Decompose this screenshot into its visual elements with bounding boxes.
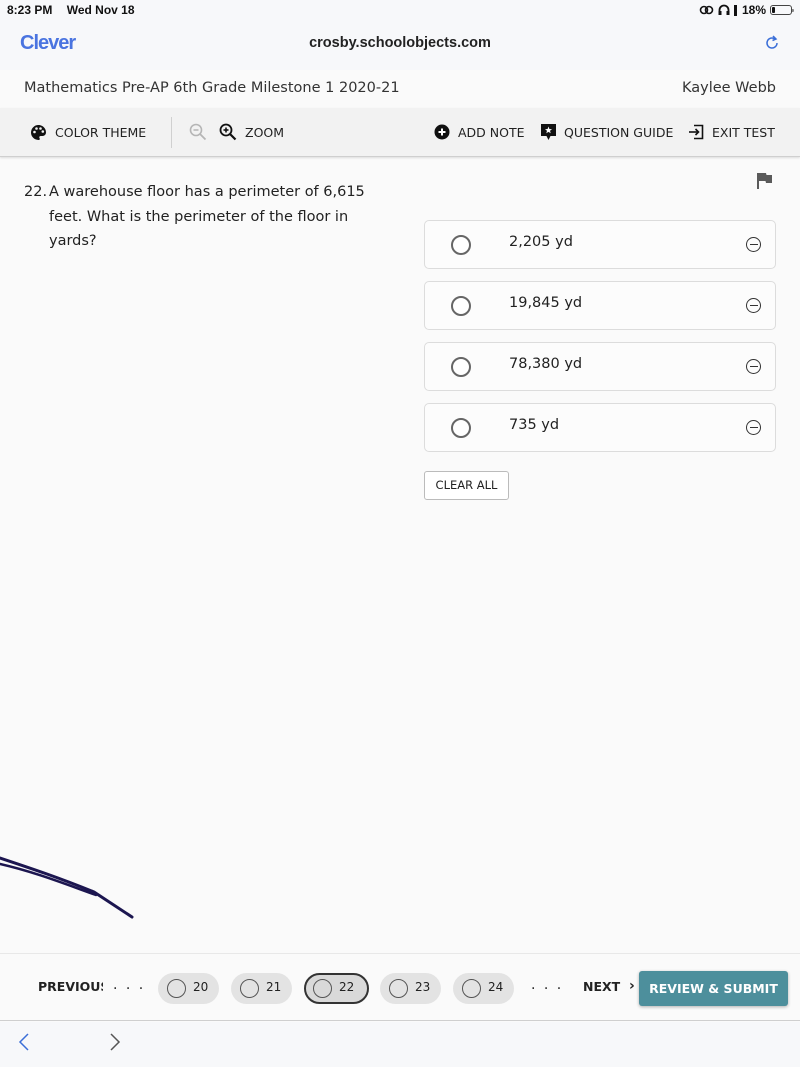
clear-all-button[interactable]: CLEAR ALL xyxy=(424,471,509,500)
strikethrough-icon[interactable] xyxy=(746,237,761,252)
color-theme-label: COLOR THEME xyxy=(55,124,147,140)
signal-icon xyxy=(733,5,737,16)
strikethrough-icon[interactable] xyxy=(746,298,761,313)
answer-choice[interactable]: 19,845 yd xyxy=(424,281,776,330)
unanswered-circle-icon xyxy=(462,979,481,998)
pen-scribble-mark xyxy=(0,856,134,919)
user-name: Kaylee Webb xyxy=(681,80,776,96)
question-nav-22[interactable]: 22 xyxy=(304,973,369,1004)
browser-back-button[interactable] xyxy=(18,1032,30,1058)
status-date: Wed Nov 18 xyxy=(66,3,135,17)
browser-navigation xyxy=(0,1022,800,1067)
test-header: Mathematics Pre-AP 6th Grade Milestone 1… xyxy=(0,70,800,108)
choice-label: 2,205 yd xyxy=(509,234,573,250)
question-nav-number: 21 xyxy=(266,980,282,994)
question-nav-20[interactable]: 20 xyxy=(158,973,219,1004)
toolbar-divider xyxy=(171,117,172,148)
headphones-icon xyxy=(718,4,730,15)
question-number: 22. xyxy=(24,184,48,200)
question-guide-label: QUESTION GUIDE xyxy=(564,124,674,140)
more-questions-after[interactable]: . . . xyxy=(531,977,563,993)
exit-test-label: EXIT TEST xyxy=(712,124,775,140)
battery-icon xyxy=(770,5,794,15)
zoom-in-button[interactable]: ZOOM xyxy=(219,108,284,156)
question-text: A warehouse floor has a perimeter of 6,6… xyxy=(49,184,365,249)
answer-choice[interactable]: 2,205 yd xyxy=(424,220,776,269)
unanswered-circle-icon xyxy=(313,979,332,998)
radio-button[interactable] xyxy=(451,296,471,316)
choice-label: 19,845 yd xyxy=(509,295,583,311)
choice-label: 735 yd xyxy=(509,417,560,433)
status-bar: 8:23 PM Wed Nov 18 18% xyxy=(0,0,800,20)
chevron-right-icon[interactable]: › xyxy=(629,978,635,994)
color-theme-button[interactable]: COLOR THEME xyxy=(30,108,146,156)
more-questions-before[interactable]: . . . xyxy=(113,977,145,993)
link-icon xyxy=(699,5,714,15)
unanswered-circle-icon xyxy=(240,979,259,998)
zoom-out-icon xyxy=(189,123,207,141)
next-button[interactable]: NEXT xyxy=(583,979,620,994)
zoom-out-button[interactable] xyxy=(189,108,207,156)
zoom-label: ZOOM xyxy=(245,124,285,140)
zoom-in-icon xyxy=(219,123,237,141)
radio-button[interactable] xyxy=(451,357,471,377)
radio-button[interactable] xyxy=(451,418,471,438)
status-time: 8:23 PM xyxy=(7,3,53,17)
strikethrough-icon[interactable] xyxy=(746,359,761,374)
question-guide-icon xyxy=(541,123,556,140)
chevron-left-icon xyxy=(18,1033,29,1051)
test-toolbar: COLOR THEME ZOOM ADD NOTE QUESTION GUIDE… xyxy=(0,108,800,157)
reload-icon xyxy=(766,35,778,49)
battery-percent: 18% xyxy=(741,3,766,17)
previous-button[interactable]: PREVIOUS xyxy=(38,979,103,994)
radio-button[interactable] xyxy=(451,235,471,255)
palette-icon xyxy=(31,124,46,140)
review-submit-button[interactable]: REVIEW & SUBMIT xyxy=(639,971,788,1006)
add-circle-icon xyxy=(434,124,450,140)
question-nav-number: 20 xyxy=(193,980,209,994)
unanswered-circle-icon xyxy=(389,979,408,998)
question-nav-number: 24 xyxy=(488,980,504,994)
choice-label: 78,380 yd xyxy=(509,356,583,372)
question-stem: 22. A warehouse floor has a perimeter of… xyxy=(24,180,369,254)
question-nav-24[interactable]: 24 xyxy=(453,973,514,1004)
question-nav-number: 22 xyxy=(339,980,355,994)
strikethrough-icon[interactable] xyxy=(746,420,761,435)
url-display[interactable]: crosby.schoolobjects.com xyxy=(0,35,800,51)
flag-question-button[interactable] xyxy=(756,172,776,192)
answer-choice[interactable]: 735 yd xyxy=(424,403,776,452)
question-nav-23[interactable]: 23 xyxy=(380,973,441,1004)
chevron-right-icon xyxy=(110,1033,121,1051)
browser-forward-button[interactable] xyxy=(109,1032,121,1058)
flag-icon xyxy=(757,173,772,189)
test-title: Mathematics Pre-AP 6th Grade Milestone 1… xyxy=(24,80,400,96)
reload-button[interactable] xyxy=(762,34,782,54)
question-nav-21[interactable]: 21 xyxy=(231,973,292,1004)
browser-url-bar: Clever crosby.schoolobjects.com xyxy=(0,20,800,70)
question-guide-button[interactable]: QUESTION GUIDE xyxy=(541,108,673,156)
question-nav-number: 23 xyxy=(415,980,431,994)
battery-fill xyxy=(772,7,775,13)
unanswered-circle-icon xyxy=(167,979,186,998)
exit-test-button[interactable]: EXIT TEST xyxy=(688,108,775,156)
add-note-label: ADD NOTE xyxy=(458,124,525,140)
exit-icon xyxy=(689,124,704,140)
answer-choice[interactable]: 78,380 yd xyxy=(424,342,776,391)
add-note-button[interactable]: ADD NOTE xyxy=(434,108,525,156)
question-navigation-bar: PREVIOUS . . . 20 21 22 23 24 . . . NEXT… xyxy=(0,953,800,1021)
